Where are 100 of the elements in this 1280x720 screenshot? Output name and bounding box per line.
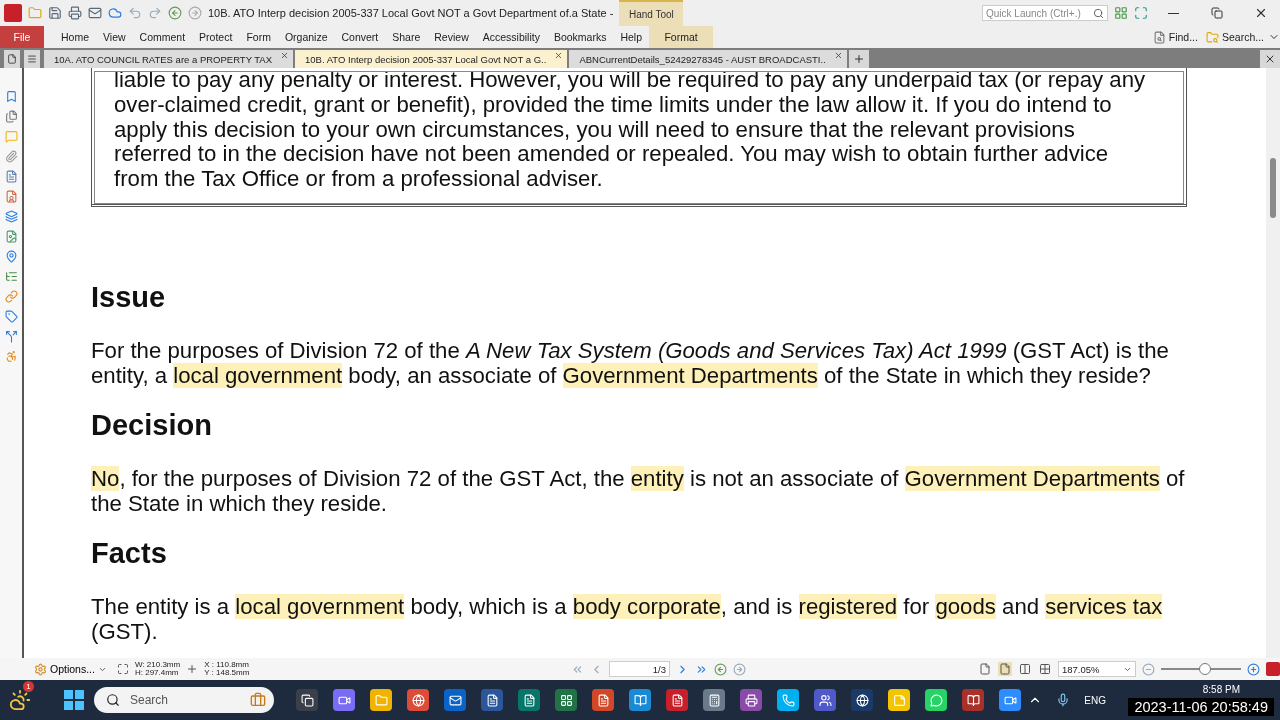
folder-icon [28, 6, 42, 20]
search-icon [1093, 7, 1104, 19]
context-group-label: Hand Tool [619, 0, 684, 26]
paragraph: For the purposes of Division 72 of the A New Tax System (Goods and Services Tax) Act 1999 (GST Act) is the entity, a local government body, an associate of Government Departments of the State in which they reside? [91, 338, 1170, 388]
app-tile-icon[interactable] [444, 689, 466, 711]
grid-pages-button[interactable] [1038, 662, 1052, 676]
menu-item[interactable]: Review [427, 26, 476, 48]
x-text: X : 110.8mm [204, 660, 250, 669]
menu-item[interactable]: Convert [334, 26, 386, 48]
app-tile-icon[interactable] [629, 689, 651, 711]
menu-item[interactable]: View [96, 26, 133, 48]
two-pages-icon [1019, 663, 1031, 675]
page-button[interactable] [4, 50, 20, 68]
app-tile-icon[interactable] [703, 689, 725, 711]
scrollbar[interactable] [1266, 68, 1280, 658]
app-tile-icon[interactable] [481, 689, 503, 711]
redo-icon [148, 6, 162, 20]
zoom-field[interactable]: 187.05% [1058, 661, 1137, 677]
format-tab[interactable]: Format [649, 26, 714, 48]
folder-search-icon [1205, 30, 1219, 44]
section-heading: Facts [91, 536, 168, 570]
single-page-button[interactable] [978, 662, 992, 676]
app-tile-icon[interactable] [555, 689, 577, 711]
pdf-logo [1266, 662, 1280, 676]
menu-item[interactable]: Protect [192, 26, 240, 48]
clock-time: 8:58 PM [1202, 684, 1240, 695]
search-input[interactable]: Search [128, 692, 242, 708]
facing-pages-button[interactable] [1018, 662, 1032, 676]
menu-item[interactable]: Share [385, 26, 428, 48]
paperclip-icon [4, 150, 18, 163]
app-tile-icon[interactable] [518, 689, 540, 711]
search-button[interactable]: Search... [1201, 26, 1268, 48]
save-icon [48, 6, 62, 20]
options-button[interactable]: Options... [30, 662, 111, 676]
app-tile-icon[interactable] [925, 689, 947, 711]
close-icon [833, 51, 843, 60]
app-tile-icon[interactable] [888, 689, 910, 711]
paragraph: The entity is a local government body, which is a body corporate, and is registered for goods and services tax (GST). [91, 594, 1164, 644]
briefcase-icon [250, 692, 266, 708]
width-text: W: 210.3mm [134, 660, 181, 669]
find-button[interactable]: Find... [1148, 26, 1202, 48]
plus-icon [852, 53, 865, 65]
app-tile-icon[interactable] [851, 689, 873, 711]
back-button[interactable] [714, 662, 727, 676]
tree-icon [4, 270, 18, 283]
menu-item[interactable]: Comment [132, 26, 193, 48]
menu-item[interactable]: Help [613, 26, 650, 48]
quick-launch-field[interactable]: Quick Launch (Ctrl+.) [982, 5, 1108, 21]
menu-item[interactable]: Form [239, 26, 278, 48]
page-field[interactable]: 1/3 [609, 661, 670, 677]
weather-icon [9, 689, 31, 711]
new-tab-button[interactable] [848, 50, 869, 68]
close-tabs-button[interactable] [1260, 50, 1280, 68]
document-tab[interactable]: ABNCurrentDetails_52429278345 - AUST BROADCASTI.. [569, 50, 847, 68]
app-tile-icon[interactable] [666, 689, 688, 711]
document-tab[interactable]: 10B. ATO Interp decision 2005-337 Local Govt NOT a G.. [295, 50, 568, 68]
app-tile-icon[interactable] [333, 689, 355, 711]
grid-icon [1114, 6, 1128, 20]
app-logo [4, 4, 22, 22]
gear-icon [34, 662, 47, 676]
minimize-icon [1167, 12, 1179, 14]
forward-icon [733, 662, 746, 676]
file-menu[interactable]: File [0, 26, 44, 48]
search-icon [106, 693, 120, 707]
page-icon [7, 54, 17, 64]
app-tile-icon[interactable] [407, 689, 429, 711]
pin-icon [4, 250, 18, 263]
menu-item[interactable]: Home [54, 26, 96, 48]
grid-icon [1039, 663, 1051, 675]
app-tile-icon[interactable] [296, 689, 318, 711]
height-text: H: 297.4mm [134, 669, 180, 678]
menu-item[interactable]: Accessibility [475, 26, 547, 48]
app-tile-icon[interactable] [370, 689, 392, 711]
notification-badge: 1 [23, 681, 34, 692]
comment-icon [4, 130, 18, 143]
bookmark-icon [4, 90, 18, 103]
restore-icon [1211, 7, 1223, 19]
section-heading: Issue [91, 280, 167, 314]
close-icon [1264, 53, 1276, 65]
continuous-page-button[interactable] [998, 662, 1012, 676]
start-icon[interactable] [64, 690, 84, 710]
menu-item[interactable]: Bookmarks [546, 26, 614, 48]
timestamp-overlay: 2023-11-06 20:58:49 [1128, 698, 1274, 716]
app-tile-icon[interactable] [962, 689, 984, 711]
menu-item[interactable]: Organize [277, 26, 335, 48]
y-text: Y : 148.5mm [204, 669, 250, 678]
app-tile-icon[interactable] [592, 689, 614, 711]
compare-icon [4, 330, 18, 343]
app-tile-icon[interactable] [740, 689, 762, 711]
notice-text: liable to pay any penalty or interest. However, you will be required to pay any underpaid tax (or repay any over-claimed credit, grant or benefit), provided the time limits under the law allow it. If you do intend to apply this decision to your own circumstances, you will need to ensure that the relevant provisions referred to in the decision have not been amended or repealed. You may wish to obtain further advice from the Tax Office or from a professional adviser. [114, 68, 1147, 192]
document-tab[interactable]: 10A. ATO COUNCIL RATES are a PROPERTY TAX [44, 50, 294, 68]
app-tile-icon[interactable] [999, 689, 1021, 711]
minus-icon [1142, 662, 1156, 676]
menu-icon [27, 54, 37, 64]
printer-icon [68, 6, 82, 20]
app-tile-icon[interactable] [777, 689, 799, 711]
fullscreen-icon [1134, 6, 1148, 20]
app-tile-icon[interactable] [814, 689, 836, 711]
taskbar-search-field[interactable]: Search [94, 687, 274, 713]
zoom-in-button[interactable] [1247, 662, 1261, 676]
